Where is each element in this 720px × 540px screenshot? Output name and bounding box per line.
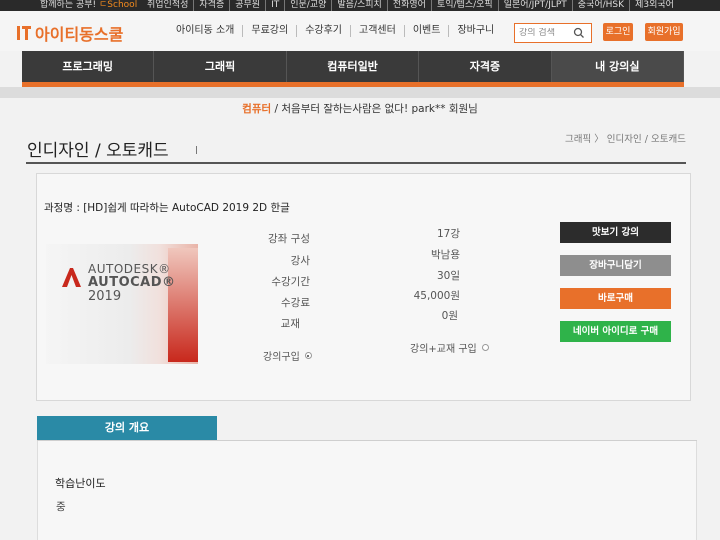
info-value-textbook: 0원 bbox=[441, 310, 458, 322]
search-icon[interactable] bbox=[571, 25, 587, 41]
nav-item-reviews[interactable]: 수강후기 bbox=[296, 25, 350, 37]
info-value-lectures: 17강 bbox=[436, 228, 460, 240]
thumbnail-graphic bbox=[168, 248, 198, 362]
info-label-lectures: 강좌 구성 bbox=[268, 233, 310, 245]
welcome-message: 컴퓨터 / 처음부터 잘하는사람은 없다! park** 회원님 bbox=[0, 101, 720, 116]
top-link[interactable]: 토익/텝스/오픽 bbox=[430, 0, 498, 11]
top-link[interactable]: 인문/교양 bbox=[284, 0, 331, 11]
breadcrumb: 그래픽 〉 인디자인 / 오토캐드 bbox=[565, 134, 686, 145]
course-thumbnail: AUTODESK® AUTOCAD® 2019 bbox=[46, 244, 198, 364]
site-logo[interactable]: 아이티동스쿨 bbox=[16, 21, 123, 45]
nav-item-events[interactable]: 이벤트 bbox=[403, 25, 449, 37]
top-link[interactable]: 제3외국어 bbox=[629, 0, 679, 11]
top-link[interactable]: 중국어/HSK bbox=[571, 0, 629, 11]
purchase-option-lecture-book-label: 강의+교재 구입 bbox=[410, 344, 477, 355]
promo-banner[interactable]: 합께하는 공부! ㄷSchool bbox=[40, 0, 137, 11]
logo-text: 아이티동스쿨 bbox=[35, 25, 124, 44]
promo-text: 합께하는 공부! bbox=[40, 0, 97, 10]
category-graphics[interactable]: 그래픽 bbox=[154, 51, 287, 82]
info-label-fee: 수강료 bbox=[281, 297, 310, 309]
top-link[interactable]: 자격증 bbox=[193, 0, 229, 11]
nav-item-free-lectures[interactable]: 무료강의 bbox=[242, 25, 296, 37]
thumbnail-product: AUTOCAD® bbox=[88, 275, 176, 290]
purchase-option-lecture-book-radio[interactable] bbox=[481, 344, 489, 351]
category-my-classroom[interactable]: 내 강의실 bbox=[551, 51, 685, 82]
difficulty-label: 학습난이도 bbox=[55, 477, 106, 490]
difficulty-value: 중 bbox=[56, 501, 66, 513]
top-link[interactable]: 일본어/JPT/JLPT bbox=[497, 0, 572, 11]
search-box bbox=[514, 23, 592, 43]
top-link[interactable]: 발음/스피치 bbox=[331, 0, 386, 11]
purchase-option-lecture-radio[interactable] bbox=[304, 352, 312, 359]
info-value-fee: 45,000원 bbox=[413, 290, 460, 302]
top-link[interactable]: 취업인적성 bbox=[142, 0, 193, 11]
purchase-option-lecture[interactable]: 강의구입 bbox=[263, 348, 312, 363]
login-button[interactable]: 로그인 bbox=[603, 23, 633, 41]
naver-purchase-button[interactable]: 네이버 아이디로 구매 bbox=[560, 321, 671, 342]
category-programming[interactable]: 프로그래밍 bbox=[22, 51, 155, 82]
category-bar: 프로그래밍 그래픽 컴퓨터일반 자격증 내 강의실 bbox=[22, 51, 685, 82]
top-link[interactable]: 전화영어 bbox=[386, 0, 431, 11]
info-label-textbook: 교재 bbox=[280, 318, 300, 330]
nav-item-about[interactable]: 아이티동 소개 bbox=[168, 25, 242, 37]
autodesk-a-logo-icon bbox=[62, 268, 81, 287]
info-value-period: 30일 bbox=[436, 270, 460, 282]
search-input[interactable] bbox=[515, 28, 571, 38]
overview-panel bbox=[37, 441, 697, 540]
thumbnail-brand: AUTODESK® bbox=[88, 262, 171, 276]
course-name: 과정명 : [HD]쉽게 따라하는 AutoCAD 2019 2D 한글 bbox=[44, 202, 290, 214]
welcome-category: 컴퓨터 bbox=[242, 103, 272, 115]
top-utility-bar: 합께하는 공부! ㄷSchool 취업인적성 자격증 공무원 IT 인문/교양 … bbox=[0, 0, 720, 11]
thumbnail-year: 2019 bbox=[88, 289, 122, 304]
site-header: 아이티동스쿨 아이티동 소개 무료강의 수강후기 고객센터 이벤트 장바구니 로… bbox=[0, 11, 720, 51]
page-title: 인디자인 / 오토캐드 bbox=[27, 141, 169, 161]
title-divider-mark bbox=[196, 146, 197, 154]
category-certificates[interactable]: 자격증 bbox=[419, 51, 552, 82]
tab-course-overview[interactable]: 강의 개요 bbox=[37, 416, 217, 440]
info-value-instructor: 박남용 bbox=[431, 249, 460, 261]
top-link[interactable]: IT bbox=[265, 0, 284, 11]
nav-item-support[interactable]: 고객센터 bbox=[350, 25, 404, 37]
nav-item-cart[interactable]: 장바구니 bbox=[448, 25, 502, 37]
welcome-slogan: / 처음부터 잘하는사람은 없다! park** 회원님 bbox=[271, 103, 478, 115]
purchase-option-lecture-book[interactable]: 강의+교재 구입 bbox=[410, 340, 489, 355]
main-nav: 아이티동 소개 무료강의 수강후기 고객센터 이벤트 장바구니 bbox=[168, 25, 502, 37]
category-computer-general[interactable]: 컴퓨터일반 bbox=[287, 51, 420, 82]
divider-band bbox=[0, 87, 720, 98]
top-category-links: 취업인적성 자격증 공무원 IT 인문/교양 발음/스피치 전화영어 토익/텝스… bbox=[142, 0, 679, 11]
add-to-cart-button[interactable]: 장바구니담기 bbox=[560, 255, 671, 276]
preview-lecture-button[interactable]: 맛보기 강의 bbox=[560, 222, 671, 243]
logo-mark-icon bbox=[17, 26, 31, 40]
promo-brand: ㄷSchool bbox=[99, 0, 138, 10]
join-button[interactable]: 회원가입 bbox=[645, 23, 683, 41]
top-link[interactable]: 공무원 bbox=[229, 0, 265, 11]
buy-now-button[interactable]: 바로구매 bbox=[560, 288, 671, 309]
info-label-instructor: 강사 bbox=[290, 255, 310, 267]
purchase-option-lecture-label: 강의구입 bbox=[263, 352, 300, 363]
info-label-period: 수강기간 bbox=[271, 276, 310, 288]
title-underline bbox=[26, 162, 686, 164]
